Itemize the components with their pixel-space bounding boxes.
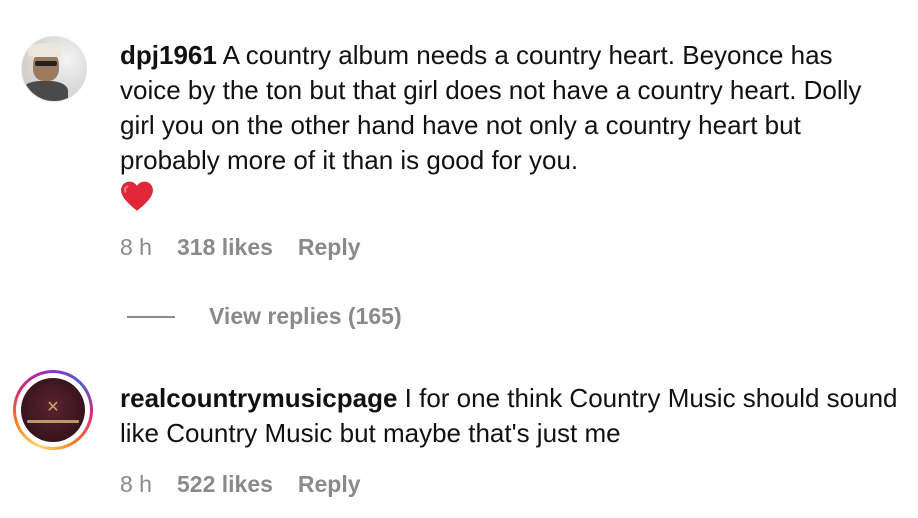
- avatar-shirt: [22, 81, 68, 101]
- comment-body: realcountrymusicpage I for one think Cou…: [120, 381, 910, 451]
- story-ring[interactable]: ✕: [13, 370, 93, 450]
- comment-text: A country album needs a country heart. B…: [120, 40, 862, 175]
- logo-text-mark: [27, 420, 79, 423]
- comment-time: 8 h: [120, 471, 152, 497]
- comment-meta: 8 h 522 likes Reply: [120, 471, 361, 498]
- red-heart-icon: [121, 181, 153, 211]
- avatar[interactable]: [21, 36, 87, 102]
- comment-time: 8 h: [120, 234, 152, 260]
- comment-username[interactable]: dpj1961: [120, 40, 217, 70]
- avatar-glasses: [35, 61, 57, 66]
- view-replies-button[interactable]: View replies (165): [127, 303, 402, 330]
- reply-button[interactable]: Reply: [298, 234, 361, 261]
- likes-count[interactable]: 522 likes: [177, 471, 273, 498]
- comment-meta: 8 h 318 likes Reply: [120, 234, 361, 261]
- violin-logo-icon: ✕: [46, 399, 60, 416]
- comment-body: dpj1961 A country album needs a country …: [120, 38, 890, 214]
- view-replies-label: View replies (165): [209, 303, 402, 329]
- reply-button[interactable]: Reply: [298, 471, 361, 498]
- avatar[interactable]: ✕: [21, 378, 85, 442]
- comment-username[interactable]: realcountrymusicpage: [120, 383, 397, 413]
- avatar-hat: [28, 43, 62, 57]
- replies-divider-line: [127, 315, 175, 318]
- likes-count[interactable]: 318 likes: [177, 234, 273, 261]
